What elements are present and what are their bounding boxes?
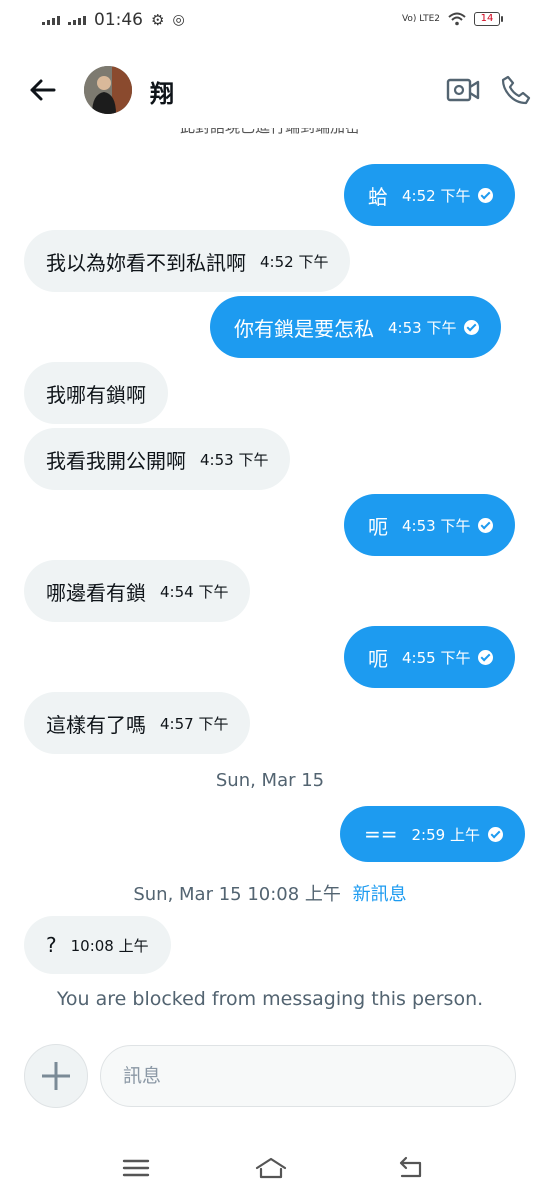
message-time: 4:52 下午 [402, 186, 471, 205]
message-time: 4:55 下午 [402, 648, 471, 667]
new-messages-timestamp: Sun, Mar 15 10:08 上午 [133, 884, 341, 905]
read-check-icon [478, 187, 494, 203]
message-text: 我哪有鎖啊 [46, 382, 146, 407]
avatar-image [84, 66, 132, 114]
message-time: 2:59 上午 [411, 825, 480, 844]
new-messages-label: 新訊息 [352, 884, 407, 905]
chat-header: 翔 [0, 60, 540, 122]
signal-icon-2 [68, 15, 86, 25]
message-time: 4:53 下午 [402, 516, 471, 535]
message-bubble-incoming[interactable]: 我看我開公開啊 4:53 下午 [24, 428, 291, 490]
menu-icon[interactable] [121, 1154, 151, 1182]
date-divider: Sun, Mar 15 [215, 770, 325, 791]
battery-level: 14 [480, 13, 494, 24]
contact-name[interactable]: 翔 [150, 74, 174, 109]
encryption-notice: 此對話現已進行端到端加密 [0, 128, 540, 144]
message-bubble-outgoing[interactable]: 蛤 4:52 下午 [344, 164, 516, 226]
avatar[interactable] [84, 66, 132, 114]
message-text: 呃 [368, 646, 388, 671]
network-label: Vo) LTE2 [401, 14, 440, 24]
message-bubble-incoming[interactable]: 哪邊看有鎖 4:54 下午 [24, 560, 251, 622]
message-text: 我以為妳看不到私訊啊 [46, 250, 246, 275]
blocked-notice: You are blocked from messaging this pers… [56, 988, 484, 1010]
signal-icon [42, 15, 60, 25]
read-check-icon [487, 826, 503, 842]
message-bubble-incoming[interactable]: 我以為妳看不到私訊啊 4:52 下午 [24, 230, 351, 292]
message-text: 我看我開公開啊 [46, 448, 186, 473]
message-bubble-incoming[interactable]: ? 10:08 上午 [24, 916, 171, 974]
back-nav-icon[interactable] [396, 1154, 426, 1182]
home-icon[interactable] [254, 1154, 288, 1182]
message-time: 4:57 下午 [160, 714, 229, 733]
message-text: 哪邊看有鎖 [46, 580, 146, 605]
message-text: == [364, 822, 398, 846]
message-bubble-outgoing[interactable]: 呃 4:55 下午 [344, 626, 516, 688]
message-time: 4:54 下午 [160, 582, 229, 601]
read-check-icon [478, 517, 494, 533]
wifi-icon [448, 12, 466, 26]
new-messages-divider: Sun, Mar 15 10:08 上午 新訊息 [0, 880, 540, 906]
read-check-icon [464, 319, 480, 335]
status-time: 01:46 [94, 10, 143, 30]
video-call-icon[interactable] [446, 76, 480, 104]
phone-call-icon[interactable] [500, 74, 532, 106]
message-time: 4:53 下午 [200, 450, 269, 469]
message-time: 4:53 下午 [388, 318, 457, 337]
message-text: 這樣有了嗎 [46, 712, 146, 737]
message-bubble-outgoing[interactable]: == 2:59 上午 [340, 806, 525, 862]
message-text: 呃 [368, 514, 388, 539]
message-bubble-outgoing[interactable]: 呃 4:53 下午 [344, 494, 516, 556]
add-attachment-button[interactable] [24, 1044, 88, 1108]
message-text: ? [46, 933, 57, 957]
message-text: 你有鎖是要怎私 [234, 316, 374, 341]
system-nav-bar [0, 1146, 540, 1190]
message-bubble-outgoing[interactable]: 你有鎖是要怎私 4:53 下午 [210, 296, 502, 358]
read-check-icon [478, 649, 494, 665]
status-bar: 01:46 ⚙ ◎ Vo) LTE2 14 [0, 0, 540, 44]
message-time: 10:08 上午 [70, 936, 149, 955]
battery-icon: 14 [474, 12, 503, 26]
whatsapp-icon: ◎ [172, 12, 185, 28]
message-time: 4:52 下午 [260, 252, 329, 271]
back-arrow-icon[interactable] [26, 74, 58, 106]
message-input[interactable]: 訊息 [100, 1045, 516, 1107]
message-text: 蛤 [368, 184, 388, 209]
message-bubble-incoming[interactable]: 我哪有鎖啊 [24, 362, 168, 424]
gear-icon: ⚙ [151, 11, 165, 29]
message-bubble-incoming[interactable]: 這樣有了嗎 4:57 下午 [24, 692, 251, 754]
